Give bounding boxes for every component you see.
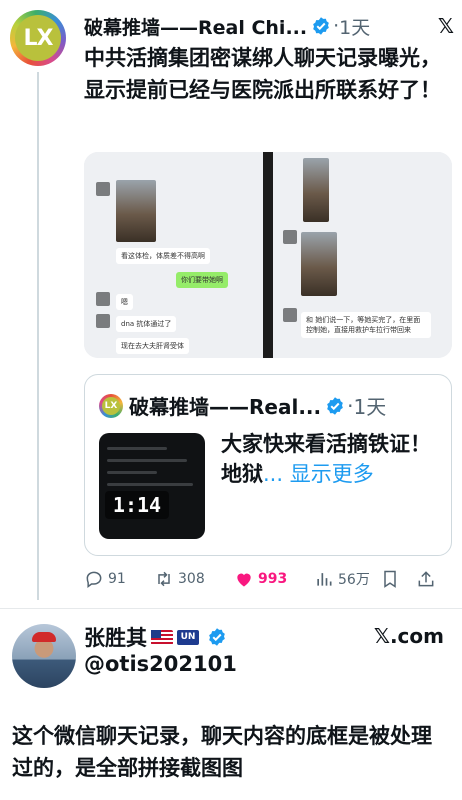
chat-avatar — [283, 230, 297, 244]
quoted-timestamp: 1天 — [353, 395, 387, 419]
bookmark-button[interactable] — [380, 569, 416, 589]
reply-button[interactable]: 91 — [84, 569, 154, 589]
quoted-tweet[interactable]: LX 破幕推墙——Real... · 1天 1:14 大家快来看活摘铁证！地狱.… — [84, 374, 452, 556]
chat-bubble: dna 抗体通过了 — [116, 316, 177, 332]
chat-photo — [301, 232, 337, 296]
tweet[interactable]: LX 破幕推墙——Real Chi... · 1天 𝕏 中共活摘集团密谋绑人聊天… — [0, 0, 462, 612]
chat-bubble: 你们要带她啊 — [176, 272, 228, 288]
reply-author-avatar[interactable] — [12, 624, 76, 688]
reply-author-row: 张胜其 UN — [84, 622, 227, 652]
chat-screenshot-right: 和 她们说一下，等她买完了，在里面控制她，直接用救护车拉行带回来 — [273, 152, 452, 358]
timestamp[interactable]: 1天 — [339, 13, 370, 40]
retweet-icon — [158, 571, 170, 587]
action-bar: 91 308 993 56万 — [84, 566, 456, 592]
avatar-initials: LX — [15, 15, 61, 61]
reply-post[interactable]: 张胜其 UN @otis202101 𝕏.com 这个微信聊天记录，聊天内容的底… — [0, 612, 462, 800]
reply-author-handle[interactable]: @otis202101 — [84, 652, 237, 676]
thread-line — [37, 72, 39, 600]
reply-count: 91 — [108, 571, 126, 587]
x-logo-icon: 𝕏 — [437, 14, 454, 38]
like-count: 993 — [258, 571, 288, 587]
video-duration: 1:14 — [105, 491, 169, 519]
like-button[interactable]: 993 — [234, 569, 314, 589]
verified-badge-icon — [325, 396, 345, 416]
views-button[interactable]: 56万 — [314, 569, 380, 589]
views-count: 56万 — [338, 572, 370, 588]
quoted-author-avatar: LX — [99, 393, 123, 418]
thumb-line — [107, 447, 167, 450]
thumb-line — [107, 459, 187, 462]
quoted-author-name: 破幕推墙——Real... — [129, 395, 322, 419]
thumb-line — [107, 483, 193, 486]
us-flag-icon — [151, 629, 173, 645]
verified-badge-icon — [311, 16, 331, 36]
chat-screenshot-left: 看这体检，体质差不得高啊 你们要带她啊 嗯 dna 抗体通过了 现在去大夫肝肾受… — [84, 152, 267, 358]
quoted-tweet-header: LX 破幕推墙——Real... · 1天 — [99, 391, 443, 420]
author-name[interactable]: 破幕推墙——Real Chi... — [84, 13, 307, 40]
retweet-count: 308 — [178, 571, 205, 587]
avatar-initials: LX — [102, 396, 120, 415]
bookmark-icon — [384, 570, 396, 588]
chat-bubble: 看这体检，体质差不得高啊 — [116, 248, 210, 264]
avatar-cap — [32, 632, 56, 642]
retweet-button[interactable]: 308 — [154, 569, 234, 589]
reply-text: 这个微信聊天记录，聊天内容的底框是被处理过的，是全部拼接截图图 — [12, 724, 432, 780]
share-icon — [418, 571, 434, 587]
tweet-media[interactable]: 看这体检，体质差不得高啊 你们要带她啊 嗯 dna 抗体通过了 现在去大夫肝肾受… — [84, 152, 452, 358]
reply-icon — [86, 571, 102, 588]
chat-bubble: 嗯 — [116, 294, 133, 310]
chat-avatar — [96, 182, 110, 196]
tweet-header: 破幕推墙——Real Chi... · 1天 𝕏 — [84, 12, 454, 40]
chat-photo — [303, 158, 329, 222]
show-more-link[interactable]: ... 显示更多 — [263, 462, 374, 486]
chat-photo — [116, 180, 156, 242]
tweet-text: 中共活摘集团密谋绑人聊天记录曝光，显示提前已经与医院派出所联系好了！ — [84, 46, 441, 102]
reply-author-name[interactable]: 张胜其 — [84, 622, 147, 652]
like-icon — [237, 573, 251, 587]
un-flag-icon: UN — [177, 629, 199, 645]
views-icon — [317, 573, 332, 586]
chat-bubble: 和 她们说一下，等她买完了，在里面控制她，直接用救护车拉行带回来 — [301, 312, 431, 338]
quoted-video-thumbnail[interactable]: 1:14 — [99, 433, 205, 539]
source-label: 𝕏.com — [373, 624, 444, 648]
author-avatar[interactable]: LX — [10, 10, 66, 66]
verified-badge-icon — [207, 627, 227, 647]
divider — [0, 608, 462, 609]
chat-bubble: 现在去大夫肝肾受体 — [116, 338, 189, 354]
quoted-tweet-text: 大家快来看活摘铁证！地狱... 显示更多 — [221, 429, 441, 489]
share-button[interactable] — [416, 569, 446, 589]
thumb-line — [107, 471, 157, 474]
chat-avatar — [96, 314, 110, 328]
chat-avatar — [283, 308, 297, 322]
chat-avatar — [96, 292, 110, 306]
